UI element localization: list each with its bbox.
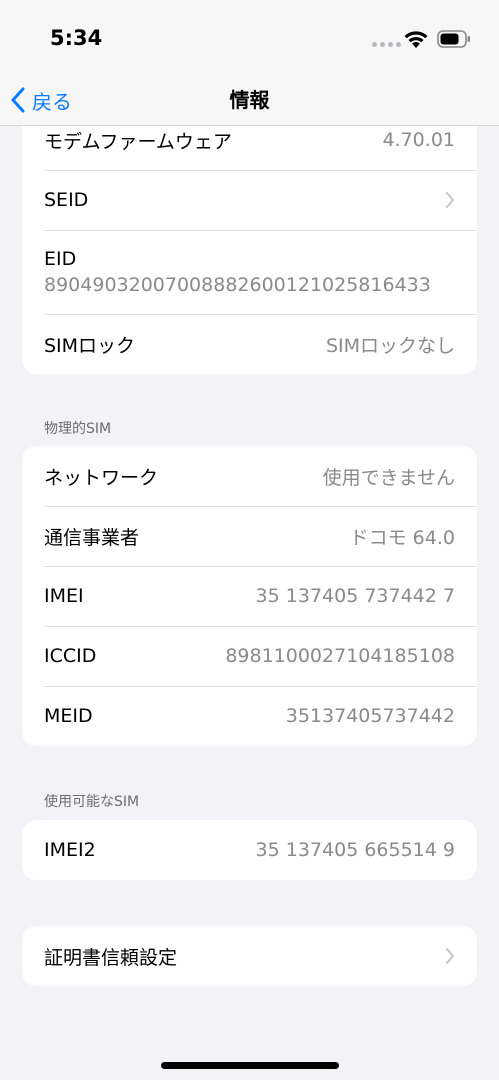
chevron-right-icon [445, 191, 455, 209]
device-info-card: モデムファームウェア 4.70.01 SEID EID 890490320070… [22, 126, 477, 374]
signal-dots-icon [372, 42, 401, 47]
carrier-row: 通信事業者 ドコモ 64.0 [22, 506, 477, 566]
iccid-row: ICCID 8981100027104185108 [22, 626, 477, 686]
row-value: 8981100027104185108 [225, 645, 455, 667]
page-title: 情報 [229, 88, 270, 112]
row-label: MEID [44, 705, 93, 727]
row-value: 4.70.01 [382, 129, 455, 151]
row-value: 使用できません [322, 466, 455, 489]
row-label: EID [44, 248, 77, 270]
row-value: SIMロックなし [325, 334, 455, 357]
row-value: ドコモ 64.0 [349, 526, 455, 549]
row-label: モデムファームウェア [44, 130, 232, 153]
row-label: IMEI2 [44, 839, 96, 861]
row-label: 証明書信頼設定 [44, 946, 178, 969]
chevron-right-icon [445, 947, 455, 965]
available-sim-card: IMEI2 35 137405 665514 9 [22, 820, 477, 880]
settings-list[interactable]: モデムファームウェア 4.70.01 SEID EID 890490320070… [0, 126, 499, 1080]
certificate-trust-settings-row[interactable]: 証明書信頼設定 [22, 926, 477, 986]
sim-lock-row: SIMロック SIMロックなし [22, 314, 477, 374]
wifi-icon [404, 31, 428, 48]
row-value: 35 137405 665514 9 [255, 839, 455, 861]
home-indicator[interactable] [161, 1062, 339, 1069]
row-value: 35137405737442 [285, 705, 455, 727]
row-label: ネットワーク [44, 466, 159, 489]
network-row: ネットワーク 使用できません [22, 446, 477, 506]
seid-row[interactable]: SEID [22, 170, 477, 230]
eid-row: EID 89049032007008882600121025816433 [22, 230, 477, 314]
section-header-physical-sim: 物理的SIM [44, 421, 112, 437]
row-value: 35 137405 737442 7 [255, 585, 455, 607]
row-value: 89049032007008882600121025816433 [44, 274, 431, 296]
physical-sim-card: ネットワーク 使用できません 通信事業者 ドコモ 64.0 IMEI 35 13… [22, 446, 477, 746]
meid-row: MEID 35137405737442 [22, 686, 477, 746]
status-time: 5:34 [50, 26, 103, 50]
battery-icon [437, 30, 470, 48]
certificate-card: 証明書信頼設定 [22, 926, 477, 986]
navigation-bar: 戻る 情報 [0, 80, 499, 126]
row-label: 通信事業者 [44, 526, 140, 549]
row-label: SEID [44, 189, 89, 211]
imei2-row: IMEI2 35 137405 665514 9 [22, 820, 477, 880]
status-bar: 5:34 [0, 0, 499, 80]
row-label: IMEI [44, 585, 84, 607]
row-label: ICCID [44, 645, 97, 667]
section-header-available-sim: 使用可能なSIM [44, 794, 140, 810]
imei-row: IMEI 35 137405 737442 7 [22, 566, 477, 626]
row-label: SIMロック [44, 334, 136, 357]
modem-firmware-row: モデムファームウェア 4.70.01 [22, 126, 477, 170]
